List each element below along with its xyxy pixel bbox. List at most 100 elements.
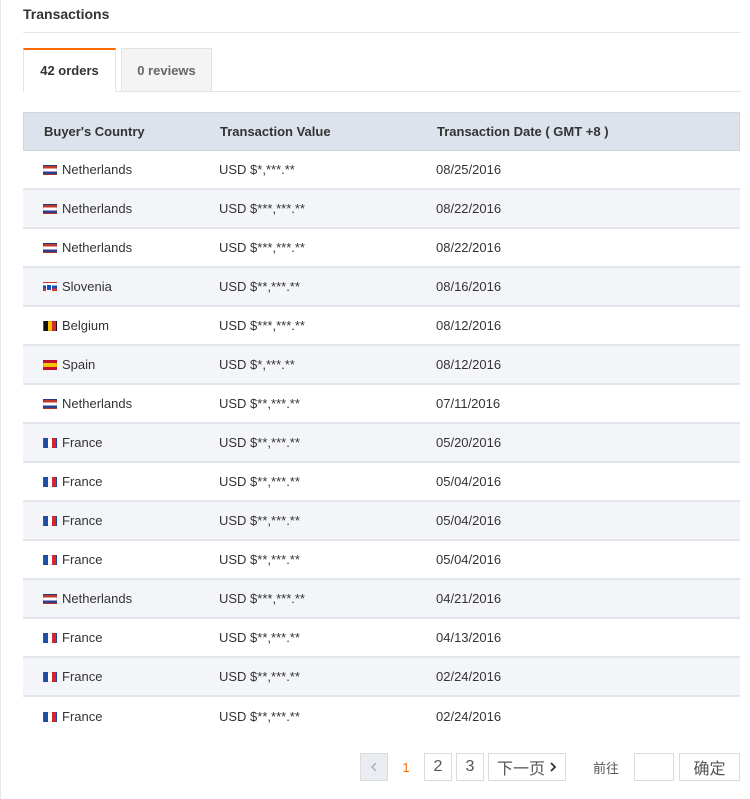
country-name: Netherlands bbox=[62, 162, 133, 177]
country-cell: France bbox=[23, 513, 219, 528]
country-cell: France bbox=[23, 435, 219, 450]
country-cell: France bbox=[23, 669, 219, 684]
fr-flag-icon bbox=[43, 515, 57, 526]
be-flag-icon bbox=[43, 320, 57, 331]
nl-flag-icon bbox=[43, 203, 57, 214]
fr-flag-icon bbox=[43, 632, 57, 643]
country-cell: France bbox=[23, 630, 219, 645]
nl-flag-icon bbox=[43, 593, 57, 604]
nl-flag-icon bbox=[43, 242, 57, 253]
nl-flag-icon bbox=[43, 398, 57, 409]
transaction-value: USD $**,***.** bbox=[219, 709, 300, 724]
transaction-date: 08/16/2016 bbox=[436, 279, 502, 294]
section-title: Transactions bbox=[23, 6, 110, 22]
column-header-country: Buyer's Country bbox=[44, 124, 145, 139]
tab-reviews[interactable]: 0 reviews bbox=[121, 48, 212, 92]
table-row: France USD $**,***.** 05/04/2016 bbox=[23, 502, 740, 541]
country-cell: Netherlands bbox=[23, 396, 219, 411]
transaction-date: 05/04/2016 bbox=[436, 513, 502, 528]
transaction-date: 05/20/2016 bbox=[436, 435, 502, 450]
transaction-value: USD $**,***.** bbox=[219, 669, 300, 684]
transaction-value: USD $**,***.** bbox=[219, 396, 300, 411]
country-name: France bbox=[62, 435, 103, 450]
column-header-value: Transaction Value bbox=[220, 124, 331, 139]
country-cell: Netherlands bbox=[23, 240, 219, 255]
fr-flag-icon bbox=[43, 711, 57, 722]
country-name: France bbox=[62, 709, 103, 724]
country-cell: France bbox=[23, 552, 219, 567]
country-name: Netherlands bbox=[62, 240, 133, 255]
country-cell: France bbox=[23, 474, 219, 489]
fr-flag-icon bbox=[43, 476, 57, 487]
transaction-value: USD $***,***.** bbox=[219, 240, 305, 255]
table-row: Netherlands USD $***,***.** 08/22/2016 bbox=[23, 229, 740, 268]
country-name: France bbox=[62, 474, 103, 489]
next-page-button[interactable]: 下一页 bbox=[488, 753, 566, 781]
table-row: Netherlands USD $*,***.** 08/25/2016 bbox=[23, 151, 740, 190]
transaction-date: 07/11/2016 bbox=[436, 396, 501, 411]
chevron-left-icon bbox=[370, 762, 377, 772]
table-header: Buyer's Country Transaction Value Transa… bbox=[23, 112, 740, 151]
transaction-date: 02/24/2016 bbox=[436, 669, 502, 684]
country-name: France bbox=[62, 552, 103, 567]
column-header-date: Transaction Date ( GMT +8 ) bbox=[437, 124, 609, 139]
country-name: Netherlands bbox=[62, 201, 133, 216]
country-name: France bbox=[62, 630, 103, 645]
page-2-button[interactable]: 2 bbox=[424, 753, 452, 781]
country-name: Spain bbox=[62, 357, 96, 372]
transactions-table: Buyer's Country Transaction Value Transa… bbox=[23, 112, 740, 736]
transaction-value: USD $**,***.** bbox=[219, 630, 300, 645]
transaction-value: USD $**,***.** bbox=[219, 279, 300, 294]
country-name: Slovenia bbox=[62, 279, 112, 294]
transaction-date: 08/25/2016 bbox=[436, 162, 502, 177]
next-page-label: 下一页 bbox=[496, 761, 545, 778]
transaction-date: 04/13/2016 bbox=[436, 630, 502, 645]
transaction-value: USD $*,***.** bbox=[219, 357, 295, 372]
table-row: Netherlands USD $***,***.** 04/21/2016 bbox=[23, 580, 740, 619]
country-cell: Spain bbox=[23, 357, 219, 372]
country-cell: Netherlands bbox=[23, 201, 219, 216]
chevron-right-icon bbox=[550, 762, 557, 772]
country-cell: Belgium bbox=[23, 318, 219, 333]
table-row: France USD $**,***.** 02/24/2016 bbox=[23, 658, 740, 697]
nl-flag-icon bbox=[43, 164, 57, 175]
transaction-value: USD $**,***.** bbox=[219, 435, 300, 450]
country-name: Belgium bbox=[62, 318, 109, 333]
transaction-value: USD $**,***.** bbox=[219, 552, 300, 567]
goto-label: 前往 bbox=[593, 760, 620, 776]
transaction-value: USD $**,***.** bbox=[219, 474, 300, 489]
confirm-button[interactable]: 确定 bbox=[679, 753, 740, 781]
table-row: France USD $**,***.** 05/04/2016 bbox=[23, 541, 740, 580]
table-row: Spain USD $*,***.** 08/12/2016 bbox=[23, 346, 740, 385]
page-1-button[interactable]: 1 bbox=[393, 753, 419, 781]
table-row: Netherlands USD $**,***.** 07/11/2016 bbox=[23, 385, 740, 424]
transaction-value: USD $**,***.** bbox=[219, 513, 300, 528]
transaction-date: 08/22/2016 bbox=[436, 201, 502, 216]
tab-bar: 42 orders 0 reviews bbox=[23, 48, 741, 92]
country-cell: Netherlands bbox=[23, 162, 219, 177]
country-cell: Netherlands bbox=[23, 591, 219, 606]
country-name: France bbox=[62, 513, 103, 528]
country-name: Netherlands bbox=[62, 396, 133, 411]
transaction-date: 05/04/2016 bbox=[436, 552, 502, 567]
table-row: France USD $**,***.** 04/13/2016 bbox=[23, 619, 740, 658]
fr-flag-icon bbox=[43, 437, 57, 448]
goto-page-input[interactable] bbox=[634, 753, 674, 781]
country-name: France bbox=[62, 669, 103, 684]
fr-flag-icon bbox=[43, 554, 57, 565]
transaction-date: 05/04/2016 bbox=[436, 474, 502, 489]
transaction-value: USD $***,***.** bbox=[219, 318, 305, 333]
table-body: Netherlands USD $*,***.** 08/25/2016 Nether… bbox=[23, 151, 740, 736]
table-row: France USD $**,***.** 05/04/2016 bbox=[23, 463, 740, 502]
country-cell: Slovenia bbox=[23, 279, 219, 294]
transaction-date: 04/21/2016 bbox=[436, 591, 502, 606]
table-row: Belgium USD $***,***.** 08/12/2016 bbox=[23, 307, 740, 346]
transactions-panel: Transactions 42 orders 0 reviews Buyer's… bbox=[0, 0, 750, 799]
transaction-value: USD $***,***.** bbox=[219, 201, 305, 216]
transaction-date: 08/12/2016 bbox=[436, 357, 502, 372]
page-3-button[interactable]: 3 bbox=[456, 753, 484, 781]
prev-page-button[interactable] bbox=[360, 753, 388, 781]
country-name: Netherlands bbox=[62, 591, 133, 606]
tab-orders[interactable]: 42 orders bbox=[23, 48, 116, 92]
divider bbox=[23, 32, 741, 33]
